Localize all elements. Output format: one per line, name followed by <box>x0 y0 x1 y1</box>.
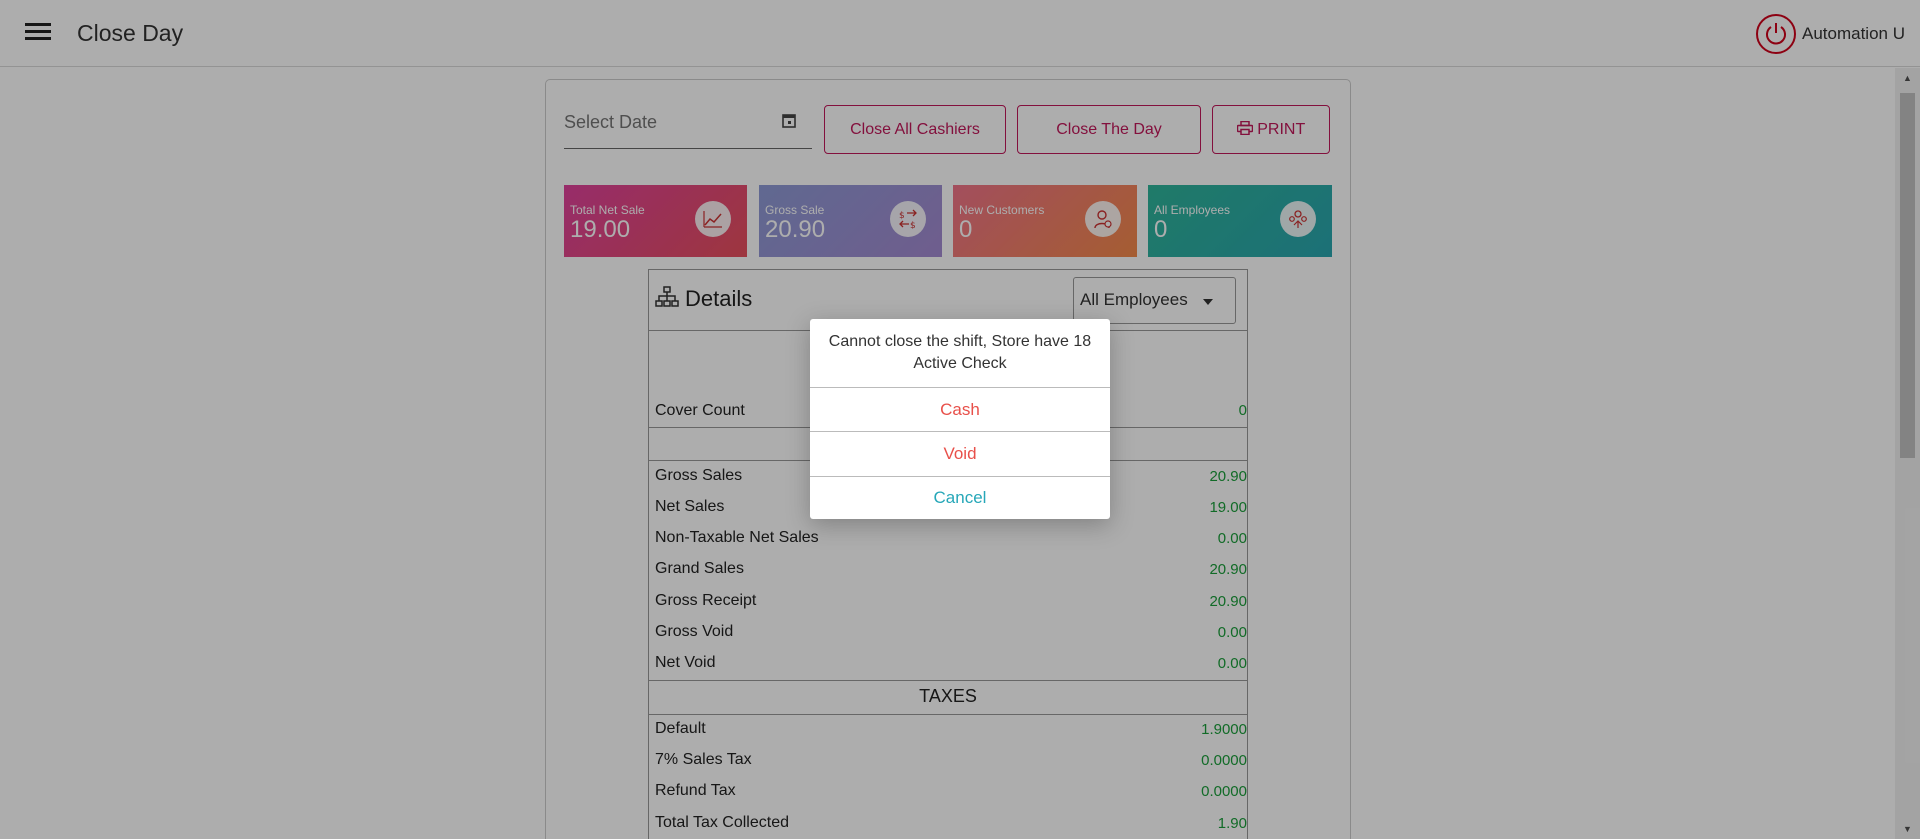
active-check-dialog: Cannot close the shift, Store have 18 Ac… <box>810 319 1110 519</box>
dialog-message: Cannot close the shift, Store have 18 Ac… <box>828 333 1092 372</box>
cancel-button[interactable]: Cancel <box>810 476 1110 519</box>
cash-button[interactable]: Cash <box>810 388 1110 431</box>
void-button[interactable]: Void <box>810 432 1110 475</box>
